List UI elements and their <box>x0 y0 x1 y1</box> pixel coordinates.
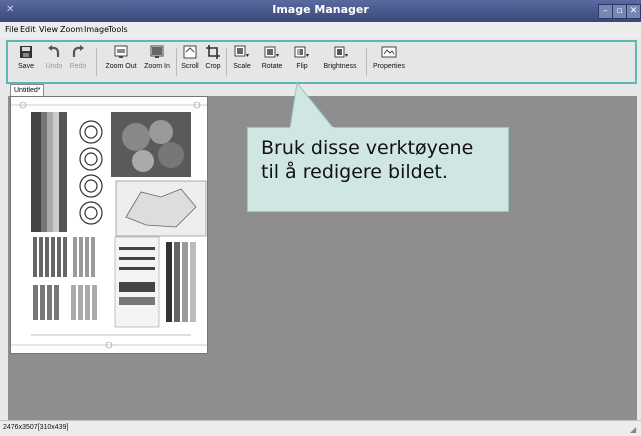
scroll-label: Scroll <box>181 63 199 70</box>
status-text: 2476x3507[310x439] <box>3 424 69 431</box>
toolbar-separator <box>226 48 227 76</box>
rotate-button[interactable]: Rotate <box>258 44 286 82</box>
save-button[interactable]: Save <box>14 44 38 82</box>
redo-button[interactable]: Redo <box>68 44 88 82</box>
callout-pointer <box>289 83 336 130</box>
undo-icon <box>48 45 60 57</box>
window-title: Image Manager <box>272 3 369 16</box>
title-bar[interactable]: ✕ Image Manager – ▫ ✕ <box>0 0 641 22</box>
menu-edit[interactable]: Edit <box>20 25 36 34</box>
flip-button[interactable]: Flip <box>290 44 314 82</box>
zoom-in-icon <box>150 45 164 58</box>
scroll-icon <box>183 45 197 59</box>
tab-untitled[interactable]: Untitled* <box>10 84 45 96</box>
toolbar-separator <box>176 48 177 76</box>
minimize-icon[interactable]: – <box>598 4 613 19</box>
rotate-icon <box>264 46 279 58</box>
close-icon[interactable]: ✕ <box>626 4 641 19</box>
help-callout: Bruk disse verktøyene til å redigere bil… <box>247 83 509 212</box>
resize-grip-icon[interactable]: ◢ <box>630 426 638 434</box>
brightness-label: Brightness <box>323 63 357 70</box>
brightness-button[interactable]: Brightness <box>320 44 360 82</box>
scale-button[interactable]: Scale <box>230 44 254 82</box>
zoom-in-label: Zoom In <box>144 63 170 70</box>
properties-button[interactable]: Properties <box>370 44 408 82</box>
zoom-out-label: Zoom Out <box>105 63 137 70</box>
menu-tools[interactable]: Tools <box>108 25 128 34</box>
redo-label: Redo <box>69 63 87 70</box>
maximize-icon[interactable]: ▫ <box>612 4 627 19</box>
document-preview <box>10 96 208 354</box>
crop-button[interactable]: Crop <box>204 44 222 82</box>
menu-bar: File Edit View Zoom Image Tools <box>0 22 641 38</box>
test-chart-image <box>11 97 207 353</box>
properties-label: Properties <box>373 63 405 70</box>
redo-icon <box>72 45 84 57</box>
menu-file[interactable]: File <box>5 25 18 34</box>
save-icon <box>20 46 32 58</box>
undo-button[interactable]: Undo <box>44 44 64 82</box>
zoom-out-icon <box>114 45 128 58</box>
callout-text: Bruk disse verktøyene til å redigere bil… <box>261 137 474 183</box>
scale-label: Scale <box>233 63 251 70</box>
menu-view[interactable]: View <box>39 25 58 34</box>
toolbar: Save Undo Redo Zoom Out Zoom In Scroll C… <box>6 40 637 84</box>
toolbar-separator <box>96 48 97 76</box>
crop-icon <box>206 45 220 59</box>
menu-image[interactable]: Image <box>84 25 109 34</box>
zoom-in-button[interactable]: Zoom In <box>142 44 172 82</box>
toolbar-separator <box>366 48 367 76</box>
zoom-out-button[interactable]: Zoom Out <box>104 44 138 82</box>
scale-icon <box>234 45 249 57</box>
brightness-icon <box>334 46 348 58</box>
undo-label: Undo <box>45 63 63 70</box>
flip-label: Flip <box>296 63 308 70</box>
properties-icon <box>381 46 397 58</box>
save-label: Save <box>18 63 34 70</box>
app-window: ✕ Image Manager – ▫ ✕ File Edit View Zoo… <box>0 0 641 436</box>
status-bar: 2476x3507[310x439] ◢ <box>0 420 641 436</box>
crop-label: Crop <box>205 63 221 70</box>
scroll-button[interactable]: Scroll <box>180 44 200 82</box>
rotate-label: Rotate <box>261 63 283 70</box>
flip-icon <box>294 46 309 58</box>
menu-zoom[interactable]: Zoom <box>60 25 83 34</box>
